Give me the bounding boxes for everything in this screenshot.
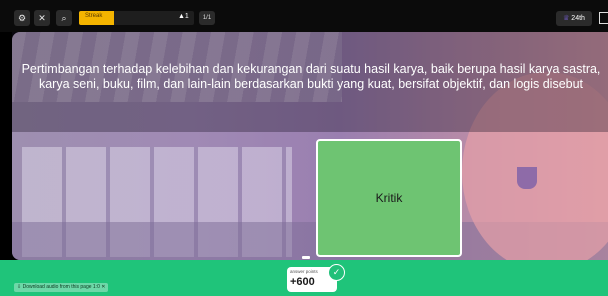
streak-value: ▲1 (178, 13, 189, 20)
answer-option-kritik[interactable]: Kritik (316, 139, 462, 257)
shuffle-icon[interactable]: ✕ (34, 10, 50, 26)
medal-icon: ♕ (563, 15, 570, 22)
points-label: answer points (290, 269, 318, 274)
streak-progress-bar: Streak (79, 11, 194, 25)
rank-label: 24th (571, 15, 585, 22)
answer-label: Kritik (375, 191, 403, 205)
exit-icon[interactable] (599, 12, 608, 24)
check-icon: ✓ (328, 264, 345, 281)
rank-badge[interactable]: ♕ 24th (556, 11, 592, 26)
question-text: Pertimbangan terhadap kelebihan dan keku… (21, 62, 601, 91)
pager-indicator (302, 256, 310, 259)
gear-icon[interactable]: ⚙ (14, 10, 30, 26)
download-audio-link[interactable]: ⇩ Download audio from this page 1:0 ✕ (14, 283, 109, 292)
points-value: +600 (290, 276, 315, 288)
magnify-icon[interactable]: ⌕ (56, 10, 72, 26)
streak-progress-label: Streak (85, 13, 103, 19)
top-toolbar: ⚙ ✕ ⌕ Streak ▲1 1/1 ♕ 24th (0, 0, 608, 32)
teacup-illustration (517, 167, 537, 189)
question-counter: 1/1 (199, 11, 215, 25)
